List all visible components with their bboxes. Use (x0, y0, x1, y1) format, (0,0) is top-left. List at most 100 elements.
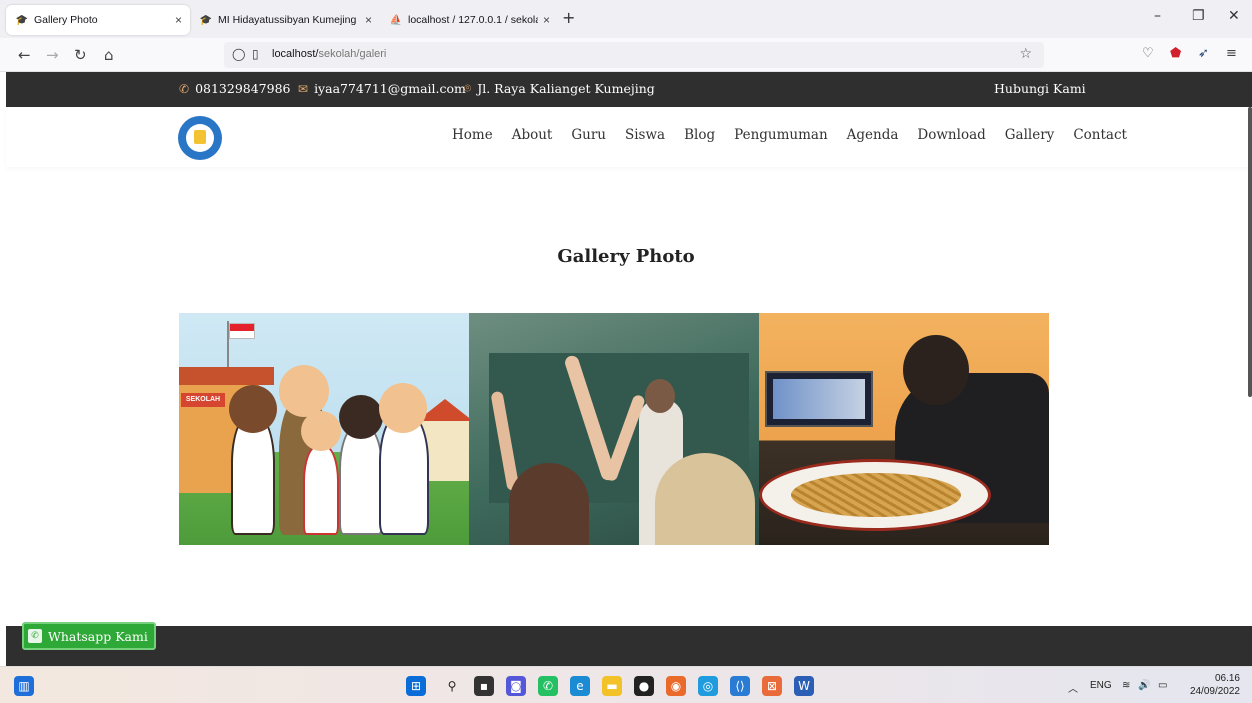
child-figure (339, 425, 383, 535)
close-window-icon[interactable]: ✕ (1228, 8, 1240, 24)
url-text: localhost/sekolah/galeri (272, 48, 386, 60)
back-arrow-icon[interactable]: ← (18, 46, 31, 64)
reload-icon[interactable]: ↻ (74, 46, 87, 64)
vscode-icon[interactable]: ⟨⟩ (730, 676, 750, 696)
school-logo[interactable] (178, 116, 222, 160)
nav-item-siswa[interactable]: Siswa (625, 127, 665, 143)
task-view-icon[interactable]: ▪ (474, 676, 494, 696)
site-info-bar: ✆ 081329847986 ✉ iyaa774711@gmail.com ⌾ … (6, 72, 1252, 107)
close-icon[interactable]: × (175, 13, 182, 27)
location-pin-icon: ⌾ (464, 81, 472, 95)
child-head (229, 385, 277, 433)
file-explorer-icon[interactable]: ▬ (602, 676, 622, 696)
pocket-icon[interactable]: ♡ (1142, 46, 1154, 61)
nav-menu: Home About Guru Siswa Blog Pengumuman Ag… (452, 127, 1127, 143)
search-icon[interactable]: ⚲ (442, 676, 462, 696)
child-head (379, 383, 427, 433)
page-title: Gallery Photo (557, 246, 695, 267)
address-info: ⌾ Jl. Raya Kalianget Kumejing (464, 81, 655, 96)
whatsapp-button[interactable]: ✆ Whatsapp Kami (22, 622, 156, 650)
tab-phpmyadmin[interactable]: ⛵ localhost / 127.0.0.1 / sekolah / × (380, 5, 558, 35)
child-head (301, 411, 341, 451)
widgets-icon[interactable]: ▥ (14, 676, 34, 696)
school-roof (179, 367, 274, 385)
child-figure (231, 415, 275, 535)
xampp-icon[interactable]: ⊠ (762, 676, 782, 696)
envelope-icon: ✉ (298, 81, 309, 96)
gallery-photo-classroom[interactable] (469, 313, 759, 545)
language-indicator[interactable]: ENG (1090, 680, 1112, 691)
site-main-nav: Home About Guru Siswa Blog Pengumuman Ag… (6, 107, 1252, 167)
photo-gallery: SEKOLAH (179, 313, 1049, 545)
person-head (903, 335, 969, 405)
bookmark-star-icon[interactable]: ☆ (1019, 46, 1032, 62)
volume-icon[interactable]: 🔊 (1138, 680, 1150, 691)
tut-wuri-handayani-emblem (186, 124, 214, 152)
edge-icon[interactable]: e (570, 676, 590, 696)
firefox-icon[interactable]: ◉ (666, 676, 686, 696)
student-figure (509, 463, 589, 545)
tab-mi-hidayatussibyan[interactable]: 🎓 MI Hidayatussibyan Kumejing | × (190, 5, 380, 35)
nav-item-home[interactable]: Home (452, 127, 493, 143)
mortarboard-icon: 🎓 (15, 14, 29, 26)
address-text: Jl. Raya Kalianget Kumejing (477, 81, 655, 96)
child-figure (303, 445, 339, 535)
ublock-icon[interactable]: ⬟ (1170, 46, 1181, 61)
windows-start-icon[interactable]: ⊞ (406, 676, 426, 696)
gallery-photo-laptop-food[interactable] (759, 313, 1049, 545)
chrome-icon[interactable]: ◎ (698, 676, 718, 696)
sailboat-icon: ⛵ (389, 14, 403, 26)
child-head (339, 395, 383, 439)
word-icon[interactable]: W (794, 676, 814, 696)
mortarboard-icon: 🎓 (199, 14, 213, 26)
nav-item-about[interactable]: About (512, 127, 553, 143)
tab-gallery-photo[interactable]: 🎓 Gallery Photo × (6, 5, 190, 35)
extension-icon[interactable]: ➶ (1198, 46, 1209, 61)
nav-item-download[interactable]: Download (917, 127, 985, 143)
whatsapp-icon: ✆ (28, 629, 42, 643)
nav-item-pengumuman[interactable]: Pengumuman (734, 127, 828, 143)
battery-icon[interactable]: ▭ (1158, 680, 1167, 691)
clock-date: 24/09/2022 (1189, 686, 1240, 697)
restore-icon[interactable]: ❐ (1192, 8, 1205, 24)
tray-chevron-icon[interactable]: ︿ (1068, 680, 1078, 695)
tab-title: localhost / 127.0.0.1 / sekolah / (408, 14, 538, 26)
nav-item-guru[interactable]: Guru (571, 127, 606, 143)
shield-outline-icon: ◯ (232, 47, 246, 61)
menu-icon[interactable]: ≡ (1226, 46, 1237, 61)
whatsapp-label: Whatsapp Kami (48, 628, 148, 644)
url-host: localhost/ (272, 48, 319, 60)
nav-item-agenda[interactable]: Agenda (847, 127, 899, 143)
nav-item-blog[interactable]: Blog (684, 127, 715, 143)
noodles (791, 473, 961, 517)
close-icon[interactable]: × (543, 13, 550, 27)
wifi-icon[interactable]: ≋ (1122, 680, 1130, 691)
teacher-head (645, 379, 675, 413)
hubungi-kami-link[interactable]: Hubungi Kami (994, 81, 1086, 96)
whatsapp-app-icon[interactable]: ✆ (538, 676, 558, 696)
phone-number: 081329847986 (195, 81, 291, 96)
email-info[interactable]: ✉ iyaa774711@gmail.com (298, 81, 466, 96)
close-icon[interactable]: × (365, 13, 372, 27)
windows-taskbar: ▥ ⊞ ⚲ ▪ ◙ ✆ e ▬ ● ◉ ◎ ⟨⟩ ⊠ W ︿ ENG ≋ 🔊 ▭… (0, 666, 1252, 703)
gallery-photo-cartoon-school[interactable]: SEKOLAH (179, 313, 469, 545)
system-clock[interactable]: 06.16 24/09/2022 (1190, 672, 1240, 698)
minimize-icon[interactable]: – (1154, 8, 1161, 24)
clock-time: 06.16 (1214, 673, 1240, 684)
phone-info: ✆ 081329847986 (179, 81, 291, 96)
page-icon: ▯ (252, 47, 259, 61)
tab-title: Gallery Photo (34, 14, 98, 26)
student-figure (655, 453, 755, 545)
laptop (765, 371, 873, 427)
nav-item-contact[interactable]: Contact (1073, 127, 1127, 143)
obs-icon[interactable]: ● (634, 676, 654, 696)
nav-item-gallery[interactable]: Gallery (1005, 127, 1055, 143)
tab-title: MI Hidayatussibyan Kumejing | (218, 14, 358, 26)
site-footer (6, 626, 1252, 666)
new-tab-button[interactable]: + (562, 8, 575, 27)
url-bar[interactable]: ◯ ▯ localhost/sekolah/galeri ☆ (224, 42, 1044, 68)
teams-chat-icon[interactable]: ◙ (506, 676, 526, 696)
forward-arrow-icon[interactable]: → (46, 46, 59, 64)
home-icon[interactable]: ⌂ (104, 46, 114, 64)
email-address[interactable]: iyaa774711@gmail.com (314, 81, 466, 96)
